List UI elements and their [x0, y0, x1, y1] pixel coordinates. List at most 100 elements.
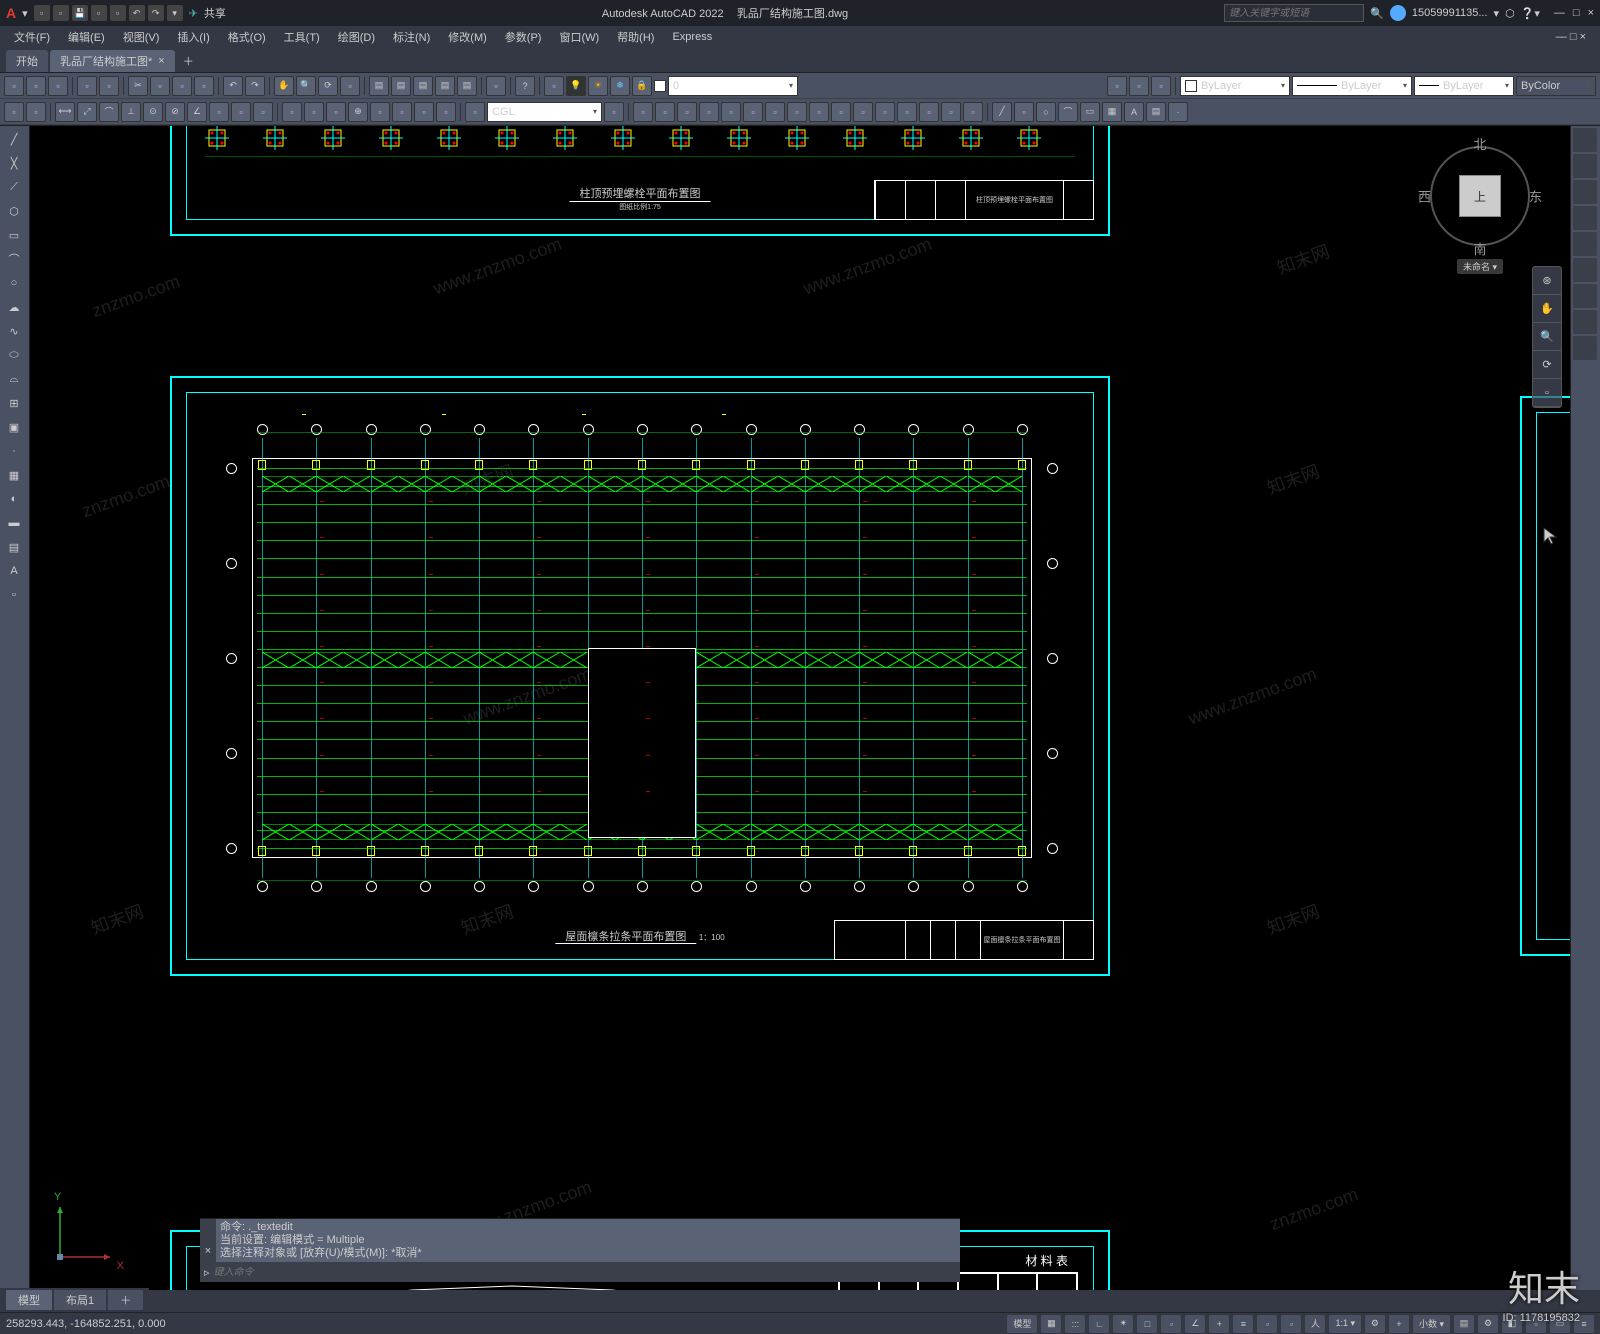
nav-cursor-icon[interactable] [1542, 526, 1562, 546]
layer-current-combo[interactable]: 0▾ [668, 76, 798, 96]
rbtn-qopen-icon[interactable]: ▫ [26, 102, 46, 122]
layout-add[interactable]: ＋ [108, 1290, 143, 1310]
qat-plot-icon[interactable]: ▫ [110, 5, 126, 21]
status-plus-icon[interactable]: + [1389, 1315, 1409, 1333]
nav-zoom-icon[interactable]: 🔍 [1533, 323, 1561, 351]
dim-cen-icon[interactable]: ⊕ [348, 102, 368, 122]
qat-saveas-icon[interactable]: ▫ [91, 5, 107, 21]
mod-break-icon[interactable]: ▫ [875, 102, 895, 122]
tool-pline-icon[interactable]: ⟋ [2, 176, 26, 198]
tool-circle-icon[interactable]: ○ [2, 272, 26, 294]
status-osnap-icon[interactable]: □ [1137, 1315, 1157, 1333]
dim-base-icon[interactable]: ▫ [231, 102, 251, 122]
rbtn-plot-icon[interactable]: ▫ [77, 76, 97, 96]
draw-table-icon[interactable]: ▤ [1146, 102, 1166, 122]
mod-copy-icon[interactable]: ▫ [655, 102, 675, 122]
dim-rad-icon[interactable]: ⊙ [143, 102, 163, 122]
maximize-button[interactable]: □ [1573, 7, 1580, 19]
qat-open-icon[interactable]: ▫ [53, 5, 69, 21]
rbtn-orbit-icon[interactable]: ⟳ [318, 76, 338, 96]
ucs-icon[interactable]: X Y [50, 1197, 120, 1270]
tool-ellipse-icon[interactable]: ⬭ [2, 344, 26, 366]
rbtn-undo-icon[interactable]: ↶ [223, 76, 243, 96]
menu-draw[interactable]: 绘图(D) [330, 27, 383, 47]
status-cog-icon[interactable]: ⚙ [1478, 1315, 1498, 1333]
dim-arc-icon[interactable]: ⌒ [99, 102, 119, 122]
palette-3-icon[interactable] [1573, 180, 1597, 204]
nav-pan-icon[interactable]: ✋ [1533, 295, 1561, 323]
prop-color-combo[interactable]: ByColor▾ [1516, 76, 1596, 96]
menu-format[interactable]: 格式(O) [220, 27, 274, 47]
tool-polygon-icon[interactable]: ⬡ [2, 200, 26, 222]
tool-xline-icon[interactable]: ╳ [2, 152, 26, 174]
rbtn-paste-icon[interactable]: ▫ [172, 76, 192, 96]
tool-region-icon[interactable]: ▬ [2, 512, 26, 534]
rbtn-sun-icon[interactable]: ☀ [588, 76, 608, 96]
menu-tools[interactable]: 工具(T) [276, 27, 328, 47]
draw-point-icon[interactable]: · [1168, 102, 1188, 122]
search-input[interactable] [1224, 4, 1364, 22]
palette-7-icon[interactable] [1573, 284, 1597, 308]
viewcube-south[interactable]: 南 [1473, 239, 1486, 258]
rbtn-cut-icon[interactable]: ✂ [128, 76, 148, 96]
prop-ltype-combo[interactable]: ByLayer▾ [1292, 76, 1412, 96]
dim-edit-icon[interactable]: ▫ [414, 102, 434, 122]
status-model[interactable]: 模型 [1007, 1315, 1037, 1333]
rbtn-layer-icon[interactable]: ▫ [544, 76, 564, 96]
share-icon[interactable]: ✈ [189, 7, 198, 20]
dim-tol-icon[interactable]: ▫ [326, 102, 346, 122]
tab-add-button[interactable]: ＋ [177, 50, 200, 72]
tool-mtext-icon[interactable]: A [2, 560, 26, 582]
status-snap-icon[interactable]: ::: [1065, 1315, 1085, 1333]
rbtn-qnew-icon[interactable]: ▫ [4, 102, 24, 122]
search-icon[interactable]: 🔍 [1370, 7, 1384, 20]
tool-table-icon[interactable]: ▤ [2, 536, 26, 558]
dim-jog-icon[interactable]: ▫ [392, 102, 412, 122]
status-trans-icon[interactable]: ▫ [1257, 1315, 1277, 1333]
draw-circle-icon[interactable]: ○ [1036, 102, 1056, 122]
menu-express[interactable]: Express [664, 29, 720, 45]
mod-join-icon[interactable]: ▫ [897, 102, 917, 122]
tab-file[interactable]: 乳品厂结构施工图* × [50, 50, 175, 72]
doc-minimize-button[interactable]: — [1556, 31, 1567, 43]
qat-undo-icon[interactable]: ↶ [129, 5, 145, 21]
rbtn-open-icon[interactable]: ▫ [26, 76, 46, 96]
mod-explode-icon[interactable]: ▫ [963, 102, 983, 122]
rbtn-color-swatch[interactable] [654, 80, 666, 92]
status-cycle-icon[interactable]: ▫ [1281, 1315, 1301, 1333]
rbtn-match-icon[interactable]: ▫ [194, 76, 214, 96]
mod-scale-icon[interactable]: ▫ [787, 102, 807, 122]
user-menu[interactable]: 15059991135... ▾ [1390, 5, 1499, 21]
dim-quick-icon[interactable]: ▫ [209, 102, 229, 122]
dim-ang-icon[interactable]: ∠ [187, 102, 207, 122]
rbtn-lay3-icon[interactable]: ▫ [1151, 76, 1171, 96]
rbtn-dc-icon[interactable]: ▤ [391, 76, 411, 96]
status-q-icon[interactable]: ▤ [1454, 1315, 1474, 1333]
status-dyn-icon[interactable]: + [1209, 1315, 1229, 1333]
mod-fillet-icon[interactable]: ▫ [941, 102, 961, 122]
layout-1[interactable]: 布局1 [54, 1290, 106, 1310]
nav-showmotion-icon[interactable]: ▫ [1533, 379, 1561, 407]
rbtn-lay1-icon[interactable]: ▫ [1107, 76, 1127, 96]
doc-close-button[interactable]: × [1580, 31, 1586, 43]
qat-redo-icon[interactable]: ↷ [148, 5, 164, 21]
rbtn-prop-icon[interactable]: ▤ [369, 76, 389, 96]
draw-arc-icon[interactable]: ⌒ [1058, 102, 1078, 122]
status-anno-icon[interactable]: 人 [1305, 1315, 1325, 1333]
mod-array-icon[interactable]: ▫ [721, 102, 741, 122]
viewcube-ucs-label[interactable]: 未命名 ▾ [1457, 259, 1503, 274]
dim-break-icon[interactable]: ▫ [304, 102, 324, 122]
prop-lweight-combo[interactable]: ByLayer▾ [1414, 76, 1514, 96]
draw-hatch-icon[interactable]: ▦ [1102, 102, 1122, 122]
tool-gradient-icon[interactable]: ◐ [2, 488, 26, 510]
menu-insert[interactable]: 插入(I) [169, 27, 217, 47]
rbtn-freeze-icon[interactable]: ❄ [610, 76, 630, 96]
status-scale[interactable]: 1:1 ▾ [1329, 1315, 1361, 1333]
palette-5-icon[interactable] [1573, 232, 1597, 256]
palette-2-icon[interactable] [1573, 154, 1597, 178]
status-otrack-icon[interactable]: ∠ [1185, 1315, 1205, 1333]
rbtn-zoom-icon[interactable]: 🔍 [296, 76, 316, 96]
rbtn-mk-icon[interactable]: ▤ [457, 76, 477, 96]
mod-move-icon[interactable]: ▫ [743, 102, 763, 122]
status-3dosnap-icon[interactable]: ▫ [1161, 1315, 1181, 1333]
